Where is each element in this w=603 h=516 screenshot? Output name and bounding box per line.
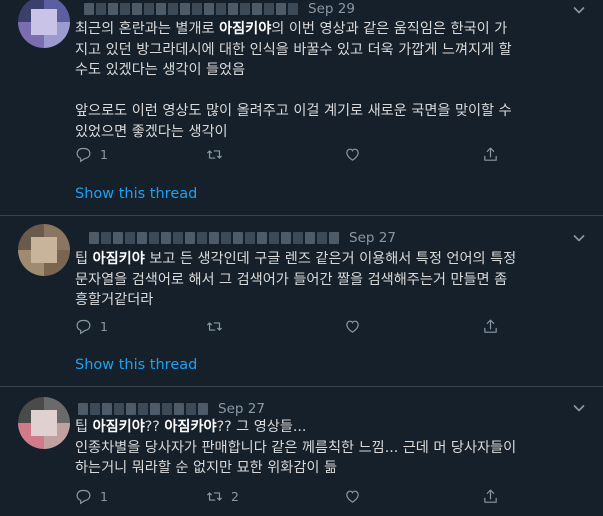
- tweet[interactable]: Sep 27 팁 아짐키야?? 아짐카야?? 그 영상들... 인종차별을 당사자…: [0, 387, 603, 516]
- heart-icon: [346, 320, 359, 333]
- show-thread-link[interactable]: Show this thread: [75, 186, 197, 202]
- retweet-button[interactable]: [206, 318, 231, 335]
- heart-icon: [346, 148, 359, 161]
- tweet-body: 팁 아짐키야 보고 든 생각인데 구글 렌즈 같은거 이용해서 특정 언어의 특…: [75, 249, 516, 311]
- tweet-line: 최근의 혼란과는 별개로 아짐키야의 이번 영상과 같은 움직임은 한국이 가: [75, 19, 512, 40]
- tweet-line: 수도 있겠다는 생각이 들었음: [75, 60, 512, 81]
- tweet-text: 앞으로도 이런 영상도 많이 올려주고 이걸 계기로 새로운 국면을 맞이할 수: [75, 103, 512, 119]
- reply-button[interactable]: 1: [75, 146, 108, 163]
- avatar-image: [18, 0, 70, 48]
- share-icon: [484, 489, 497, 503]
- reply-icon: [76, 147, 91, 163]
- tweet-text: 지고 있던 방그라데시에 대한 인식을 바꿀수 있고 더욱 가깝게 느껴지게 할: [75, 41, 512, 58]
- user-name-redacted[interactable]: [78, 403, 208, 415]
- retweet-button[interactable]: [206, 146, 231, 163]
- retweet-button[interactable]: 2: [206, 488, 239, 505]
- tweet-text: 있었으면 좋겠다는 생각이: [75, 123, 228, 140]
- show-thread-link[interactable]: Show this thread: [75, 357, 197, 373]
- tweet-body: 최근의 혼란과는 별개로 아짐키야의 이번 영상과 같은 움직임은 한국이 가지…: [75, 19, 512, 142]
- chevron-down-icon[interactable]: [572, 3, 586, 17]
- mention-link[interactable]: 아짐키야: [219, 21, 271, 37]
- mention-link[interactable]: 아짐카야: [164, 419, 216, 435]
- tweet-header: Sep 29: [84, 0, 355, 21]
- share-icon: [484, 319, 497, 333]
- tweet-line: 문자열을 검색어로 해서 그 검색어가 들어간 짤을 검색해주는거 만들면 좀: [75, 270, 516, 291]
- reply-button[interactable]: 1: [75, 318, 108, 335]
- avatar[interactable]: [18, 397, 70, 449]
- tweet-text: ??: [144, 419, 165, 435]
- user-name-redacted[interactable]: [89, 232, 339, 244]
- chevron-down-icon[interactable]: [572, 231, 586, 245]
- tweet-body: 팁 아짐키야?? 아짐카야?? 그 영상들... 인종차별을 당사자가 판매합니다…: [75, 417, 516, 479]
- reply-icon: [76, 319, 91, 335]
- tweet-text: 보고 든 생각인데 구글 렌즈 같은거 이용해서 특정 언어의 특정: [144, 251, 517, 267]
- tweet-date[interactable]: Sep 27: [349, 230, 396, 246]
- avatar[interactable]: [18, 0, 70, 48]
- reply-button[interactable]: 1: [75, 488, 108, 505]
- tweet-line: 앞으로도 이런 영상도 많이 올려주고 이걸 계기로 새로운 국면을 맞이할 수: [75, 101, 512, 122]
- tweet[interactable]: Sep 27 팁 아짐키야 보고 든 생각인데 구글 렌즈 같은거 이용해서 특…: [0, 216, 603, 386]
- share-button[interactable]: [482, 146, 499, 163]
- avatar-image: [18, 397, 70, 449]
- tweet-date[interactable]: Sep 27: [218, 401, 265, 417]
- tweet-header: Sep 27: [89, 226, 396, 250]
- tweet[interactable]: Sep 29 최근의 혼란과는 별개로 아짐키야의 이번 영상과 같은 움직임은…: [0, 0, 603, 215]
- tweet-date[interactable]: Sep 29: [308, 1, 355, 17]
- mention-link[interactable]: 아짐키야: [93, 251, 145, 267]
- tweet-text: 흥할거같더라: [75, 292, 154, 308]
- tweet-line: 흥할거같더라: [75, 290, 516, 311]
- share-button[interactable]: [482, 318, 499, 335]
- share-button[interactable]: [482, 488, 499, 505]
- reply-count: 1: [100, 489, 108, 504]
- tweet-line: 하는거니 뭐라할 순 없지만 묘한 위화감이 듦: [75, 458, 516, 479]
- avatar[interactable]: [18, 224, 70, 276]
- tweet-text: ?? 그 영상들...: [216, 419, 307, 435]
- reply-count: 1: [100, 319, 108, 334]
- like-button[interactable]: [344, 318, 369, 335]
- like-button[interactable]: [344, 488, 369, 505]
- tweet-text: 의 이번 영상과 같은 움직임은 한국이 가: [271, 21, 508, 37]
- tweet-text: 수도 있겠다는 생각이 들었음: [75, 62, 246, 78]
- retweet-icon: [206, 492, 223, 501]
- tweet-line: 팁 아짐키야?? 아짐카야?? 그 영상들...: [75, 417, 516, 438]
- retweet-icon: [206, 322, 223, 331]
- tweet-line: 있었으면 좋겠다는 생각이: [75, 122, 512, 143]
- tweet-line: 팁 아짐키야 보고 든 생각인데 구글 렌즈 같은거 이용해서 특정 언어의 특…: [75, 249, 516, 270]
- reply-icon: [76, 489, 91, 505]
- tweet-text: 최근의 혼란과는 별개로: [75, 21, 220, 37]
- reply-count: 1: [100, 147, 108, 162]
- chevron-down-icon[interactable]: [572, 401, 586, 415]
- retweet-count: 2: [231, 489, 239, 504]
- tweet-text: 인종차별을 당사자가 판매합니다 같은 께름칙한 느낌... 근데 머 당사자들…: [75, 439, 517, 456]
- mention-link[interactable]: 아짐키야: [93, 419, 145, 435]
- user-name-redacted[interactable]: [84, 3, 298, 15]
- like-button[interactable]: [344, 146, 369, 163]
- tweet-text: 팁: [75, 419, 93, 435]
- tweet-text: 하는거니 뭐라할 순 없지만 묘한 위화감이 듦: [75, 460, 338, 476]
- heart-icon: [346, 490, 359, 503]
- tweet-line: 지고 있던 방그라데시에 대한 인식을 바꿀수 있고 더욱 가깝게 느껴지게 할: [75, 40, 512, 61]
- tweet-text: 팁: [75, 251, 93, 267]
- avatar-image: [18, 224, 70, 276]
- share-icon: [484, 147, 497, 161]
- retweet-icon: [206, 150, 223, 159]
- tweet-line: 인종차별을 당사자가 판매합니다 같은 께름칙한 느낌... 근데 머 당사자들…: [75, 438, 516, 459]
- tweet-text: 문자열을 검색어로 해서 그 검색어가 들어간 짤을 검색해주는거 만들면 좀: [75, 271, 508, 288]
- tweet-line: [75, 81, 512, 102]
